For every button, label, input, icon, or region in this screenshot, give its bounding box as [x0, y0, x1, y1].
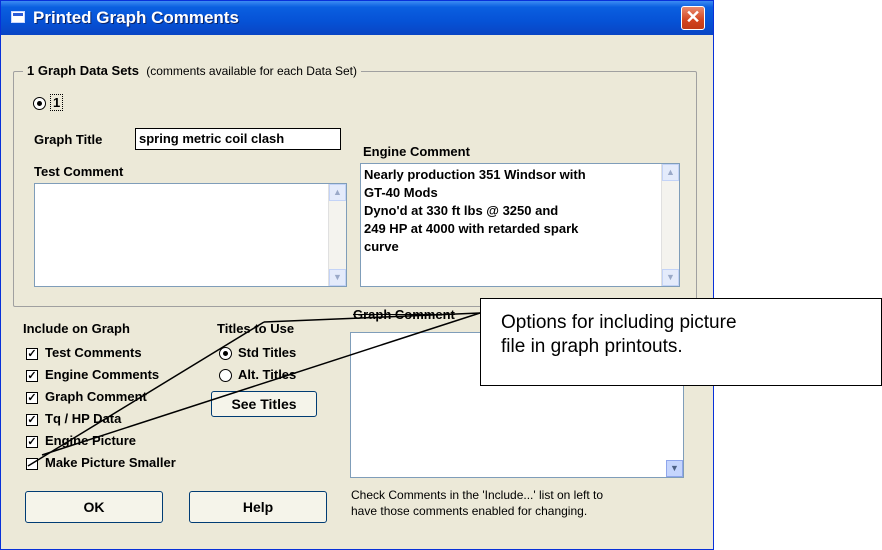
callout-box: Options for including picture file in gr…	[480, 298, 882, 386]
callout-line-3	[41, 312, 481, 456]
callout-line-1	[263, 312, 481, 323]
callout-text: Options for including picture file in gr…	[501, 312, 737, 357]
callout-leader-lines	[27, 312, 481, 467]
